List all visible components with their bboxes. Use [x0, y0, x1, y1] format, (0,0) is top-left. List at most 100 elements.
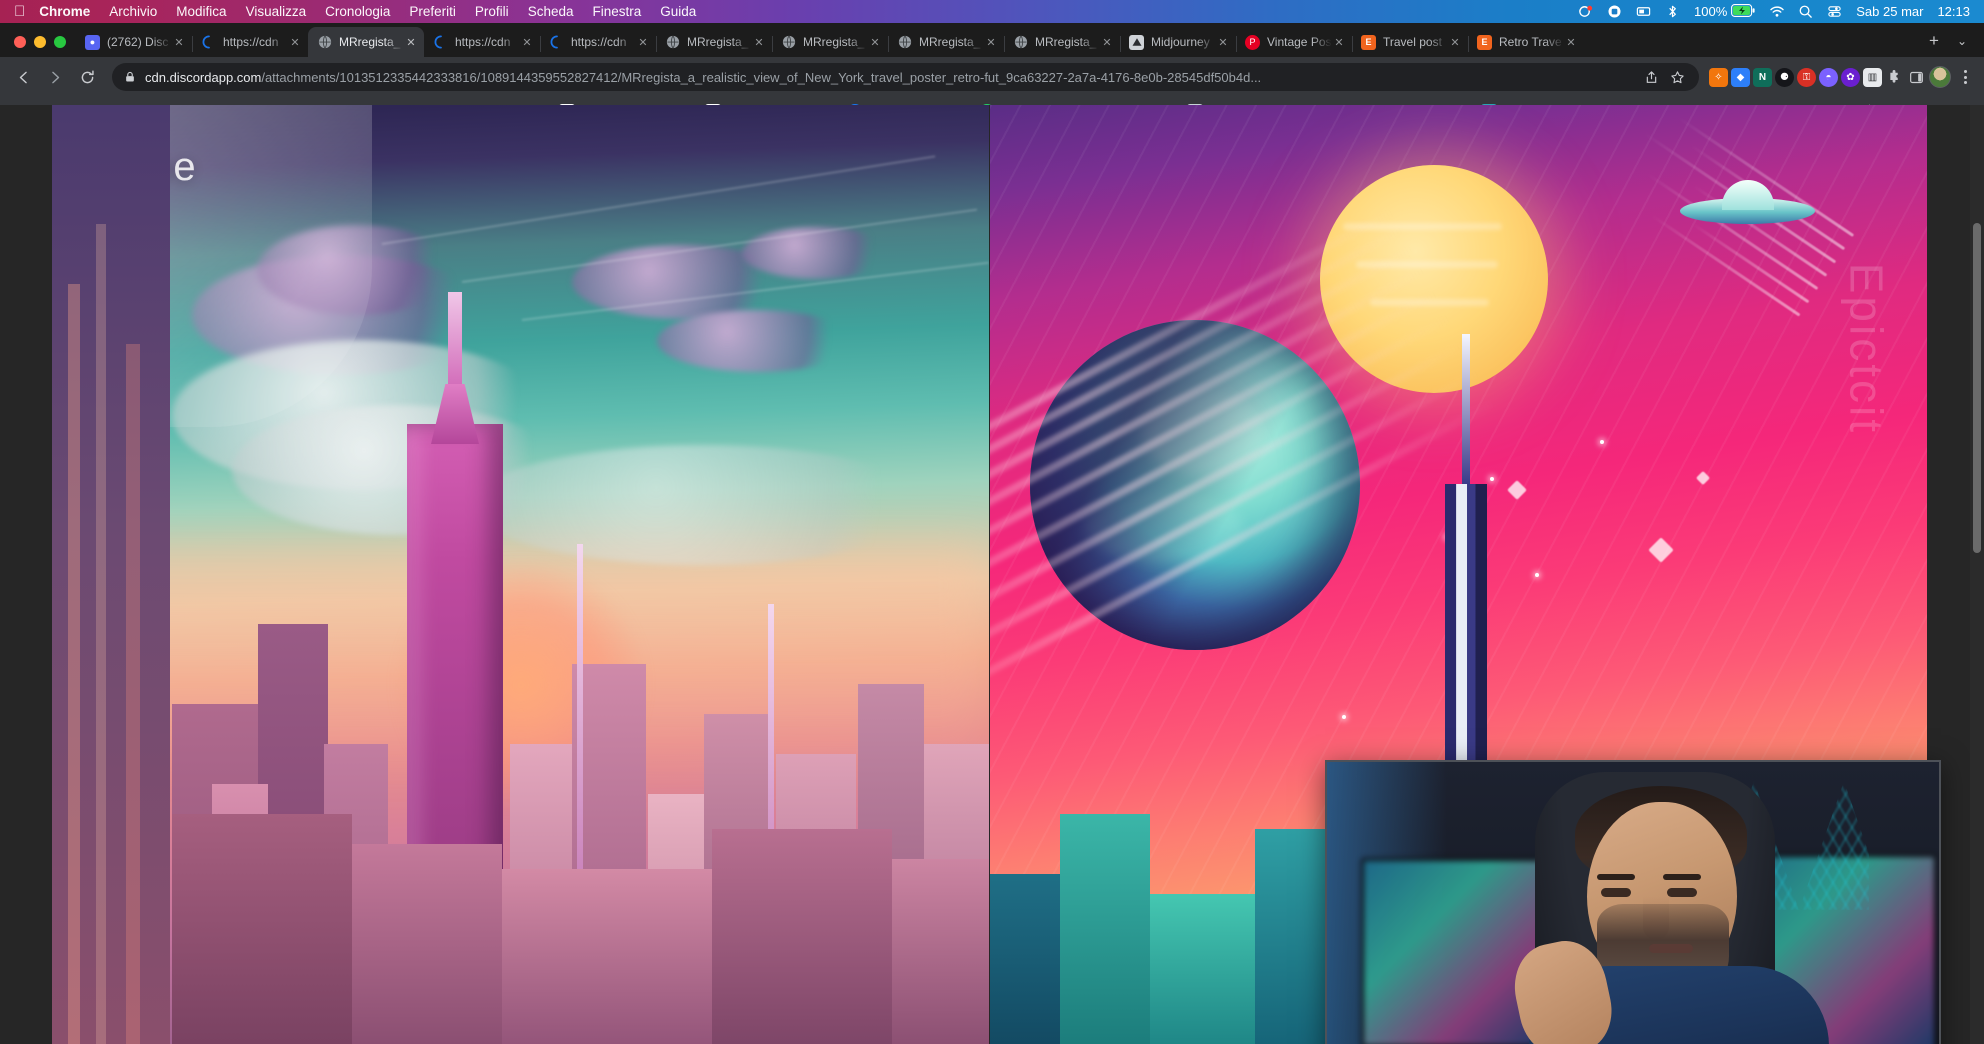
close-tab-icon[interactable]: ✕: [288, 35, 302, 49]
tab-mrregista-active[interactable]: MRregista_ ✕: [308, 27, 424, 57]
macos-menu-bar:  Chrome Archivio Modifica Visualizza Cr…: [0, 0, 1984, 23]
close-tab-icon[interactable]: ✕: [984, 35, 998, 49]
zoom-button[interactable]: [54, 36, 66, 48]
tab-discord[interactable]: ● (2762) Disc ✕: [76, 27, 192, 57]
etsy-icon: E: [1477, 35, 1492, 50]
apple-logo-icon[interactable]: : [14, 4, 25, 19]
page-scrollbar[interactable]: [1970, 105, 1984, 1044]
flying-saucer: [1680, 180, 1815, 232]
bookmark-star-icon[interactable]: [1665, 65, 1689, 89]
extension-bars-icon[interactable]: ▥: [1863, 68, 1882, 87]
battery-status[interactable]: 100%: [1694, 4, 1755, 19]
tab-mrregista-4[interactable]: MRregista_ ✕: [888, 27, 1004, 57]
search-icon[interactable]: [1798, 4, 1813, 19]
close-tab-icon[interactable]: ✕: [1564, 35, 1578, 49]
profile-avatar[interactable]: [1929, 66, 1951, 88]
camera-indicator-icon[interactable]: [1607, 4, 1622, 19]
extension-key-icon[interactable]: ⚿: [1797, 68, 1816, 87]
tab-title: MRregista_: [803, 35, 868, 49]
extension-notion-icon[interactable]: N: [1753, 68, 1772, 87]
tab-travel-poster[interactable]: E Travel post ✕: [1352, 27, 1468, 57]
etsy-icon: E: [1361, 35, 1376, 50]
tab-mrregista-5[interactable]: MRregista_ ✕: [1004, 27, 1120, 57]
back-button[interactable]: [8, 62, 38, 92]
menu-item-modifica[interactable]: Modifica: [176, 4, 226, 19]
menu-item-cronologia[interactable]: Cronologia: [325, 4, 390, 19]
tab-title: MRregista_: [919, 35, 984, 49]
extension-ghost-icon[interactable]: ◓: [1819, 68, 1838, 87]
tab-search-chevron-down-icon[interactable]: ⌄: [1948, 27, 1976, 55]
webcam-overlay[interactable]: [1325, 760, 1941, 1044]
wifi-icon[interactable]: [1769, 4, 1784, 19]
bluetooth-icon[interactable]: [1665, 4, 1680, 19]
menu-item-archivio[interactable]: Archivio: [109, 4, 157, 19]
share-icon[interactable]: [1639, 65, 1663, 89]
tab-cdn-1[interactable]: https://cdn ✕: [192, 27, 308, 57]
tab-cdn-3[interactable]: https://cdn ✕: [540, 27, 656, 57]
close-tab-icon[interactable]: ✕: [752, 35, 766, 49]
minimize-button[interactable]: [34, 36, 46, 48]
address-bar[interactable]: cdn.discordapp.com/attachments/101351233…: [112, 63, 1699, 91]
menu-item-preferiti[interactable]: Preferiti: [409, 4, 456, 19]
menu-bar-clock[interactable]: 12:13: [1937, 4, 1970, 19]
display-icon[interactable]: [1636, 4, 1651, 19]
close-tab-icon[interactable]: ✕: [404, 35, 418, 49]
eye-left: [1601, 888, 1631, 897]
discord-cdn-icon: [1013, 35, 1028, 50]
menu-bar-status-area: 100% Sab 25 mar 12:13: [1578, 4, 1984, 19]
menu-item-scheda[interactable]: Scheda: [528, 4, 574, 19]
new-tab-button[interactable]: +: [1920, 27, 1948, 55]
tab-title: Travel post: [1383, 35, 1448, 49]
close-tab-icon[interactable]: ✕: [1100, 35, 1114, 49]
battery-percent-label: 100%: [1694, 4, 1727, 19]
scrollbar-thumb[interactable]: [1973, 223, 1981, 553]
menu-item-visualizza[interactable]: Visualizza: [246, 4, 307, 19]
close-tab-icon[interactable]: ✕: [1448, 35, 1462, 49]
menu-item-chrome[interactable]: Chrome: [39, 4, 90, 19]
building: [1060, 814, 1150, 1044]
reload-button[interactable]: [72, 62, 102, 92]
tab-title: https://cdn: [571, 35, 636, 49]
tab-retro-travel[interactable]: E Retro Trave ✕: [1468, 27, 1584, 57]
new-york-retro-futuristic-travel-poster[interactable]: Ynirbe: [52, 105, 989, 1044]
screen-record-icon[interactable]: [1578, 4, 1593, 19]
tab-title: https://cdn: [455, 35, 520, 49]
close-tab-icon[interactable]: ✕: [172, 35, 186, 49]
close-tab-icon[interactable]: ✕: [636, 35, 650, 49]
close-button[interactable]: [14, 36, 26, 48]
control-center-icon[interactable]: [1827, 4, 1842, 19]
tab-cdn-2[interactable]: https://cdn ✕: [424, 27, 540, 57]
extension-blue-icon[interactable]: ◆: [1731, 68, 1750, 87]
extensions-puzzle-icon[interactable]: [1885, 68, 1904, 87]
chrome-menu-icon[interactable]: [1954, 70, 1976, 84]
tab-title: Vintage Pos: [1267, 35, 1332, 49]
eyebrow-right: [1663, 874, 1701, 880]
close-tab-icon[interactable]: ✕: [520, 35, 534, 49]
extension-purple-icon[interactable]: ✿: [1841, 68, 1860, 87]
forward-button[interactable]: [40, 62, 70, 92]
close-tab-icon[interactable]: ✕: [868, 35, 882, 49]
menu-item-guida[interactable]: Guida: [660, 4, 696, 19]
side-panel-icon[interactable]: [1907, 68, 1926, 87]
loading-spinner-icon: [433, 35, 448, 50]
sparkle: [1490, 477, 1494, 481]
extension-dark-circle-icon[interactable]: ⚈: [1775, 68, 1794, 87]
close-tab-icon[interactable]: ✕: [1332, 35, 1346, 49]
menu-item-finestra[interactable]: Finestra: [592, 4, 641, 19]
extension-orange-icon[interactable]: ✧: [1709, 68, 1728, 87]
tab-title: Midjourney: [1151, 35, 1216, 49]
tab-vintage-poster[interactable]: P Vintage Pos ✕: [1236, 27, 1352, 57]
discord-icon: ●: [85, 35, 100, 50]
menu-item-profili[interactable]: Profili: [475, 4, 509, 19]
lock-icon: [124, 71, 136, 83]
tab-mrregista-3[interactable]: MRregista_ ✕: [772, 27, 888, 57]
tab-midjourney[interactable]: Midjourney ✕: [1120, 27, 1236, 57]
close-tab-icon[interactable]: ✕: [1216, 35, 1230, 49]
menu-bar-date[interactable]: Sab 25 mar: [1856, 4, 1923, 19]
tab-mrregista-2[interactable]: MRregista_ ✕: [656, 27, 772, 57]
loading-spinner-icon: [549, 35, 564, 50]
sparkle: [1600, 440, 1604, 444]
browser-toolbar: cdn.discordapp.com/attachments/101351233…: [0, 57, 1984, 97]
building: [1255, 829, 1335, 1044]
loading-spinner-icon: [201, 35, 216, 50]
